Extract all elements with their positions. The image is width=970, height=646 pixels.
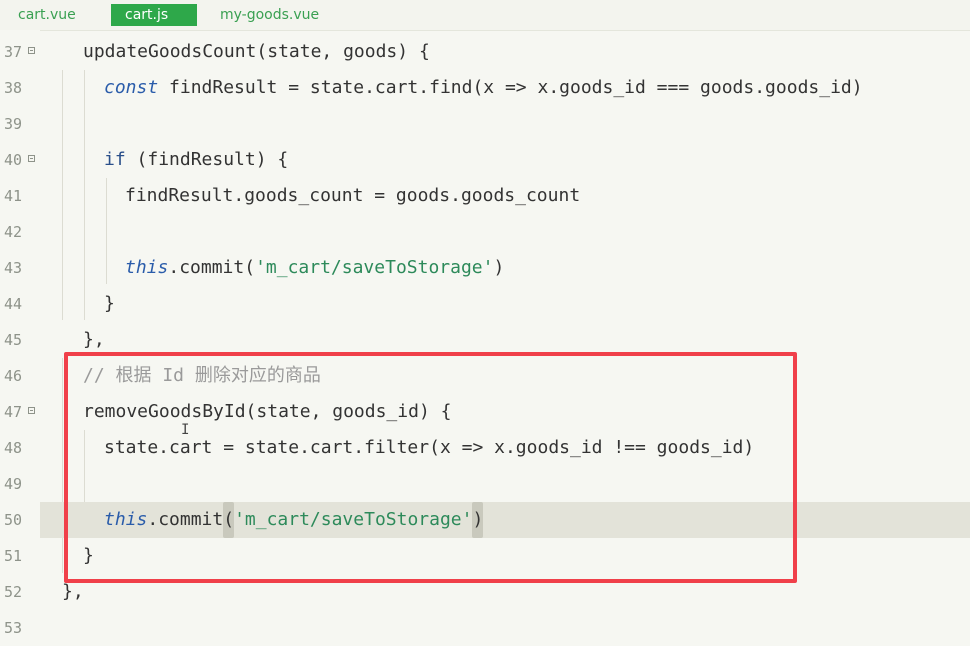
code-segment: findResult = state.cart.find(x => x.good… — [158, 77, 863, 98]
tab-my-goods-vue[interactable]: my-goods.vue — [206, 4, 333, 26]
line-number: 46 — [4, 367, 23, 385]
line-number: 40 — [4, 151, 23, 169]
editor-tab-bar: cart.vue cart.js my-goods.vue — [0, 0, 970, 31]
code-line: 43 this.commit('m_cart/saveToStorage') — [0, 250, 970, 286]
annotation-highlight-box — [64, 352, 797, 583]
line-number: 53 — [4, 619, 23, 637]
tab-cart-vue[interactable]: cart.vue — [4, 4, 90, 26]
code-segment: (findResult) { — [125, 149, 289, 170]
code-line: 38 const findResult = state.cart.find(x … — [0, 70, 970, 106]
keyword-const: const — [104, 77, 159, 98]
code-segment: ) — [493, 257, 505, 278]
code-line: 42 — [0, 214, 970, 250]
line-number: 52 — [4, 583, 23, 601]
code-line: 53 — [0, 610, 970, 646]
code-line: 39 — [0, 106, 970, 142]
fold-icon[interactable] — [28, 47, 35, 54]
tab-cart-js[interactable]: cart.js — [111, 4, 197, 26]
code-text: findResult.goods_count = goods.goods_cou… — [125, 185, 581, 206]
line-number: 51 — [4, 547, 23, 565]
code-line: 44 } — [0, 286, 970, 322]
line-number: 42 — [4, 223, 23, 241]
line-number: 43 — [4, 259, 23, 277]
code-line: 41 findResult.goods_count = goods.goods_… — [0, 178, 970, 214]
code-segment: .commit( — [168, 257, 256, 278]
code-text: updateGoodsCount(state, goods) { — [83, 41, 430, 62]
code-text: const findResult = state.cart.find(x => … — [104, 70, 863, 106]
code-line: 37 updateGoodsCount(state, goods) { — [0, 34, 970, 70]
line-number: 37 — [4, 43, 23, 61]
line-number: 48 — [4, 439, 23, 457]
line-number: 47 — [4, 403, 23, 421]
code-text: this.commit('m_cart/saveToStorage') — [125, 250, 504, 286]
fold-icon[interactable] — [28, 155, 35, 162]
line-number: 38 — [4, 79, 23, 97]
code-line: 40 if (findResult) { — [0, 142, 970, 178]
keyword-if: if — [104, 149, 126, 170]
line-number: 49 — [4, 475, 23, 493]
line-number: 50 — [4, 511, 23, 529]
code-text: if (findResult) { — [104, 142, 288, 178]
line-number: 39 — [4, 115, 23, 133]
line-number: 44 — [4, 295, 23, 313]
line-number: 45 — [4, 331, 23, 349]
line-number: 41 — [4, 187, 23, 205]
fold-icon[interactable] — [28, 407, 35, 414]
keyword-this: this — [125, 257, 169, 278]
code-text: } — [104, 293, 115, 314]
string-literal: 'm_cart/saveToStorage' — [255, 257, 494, 278]
